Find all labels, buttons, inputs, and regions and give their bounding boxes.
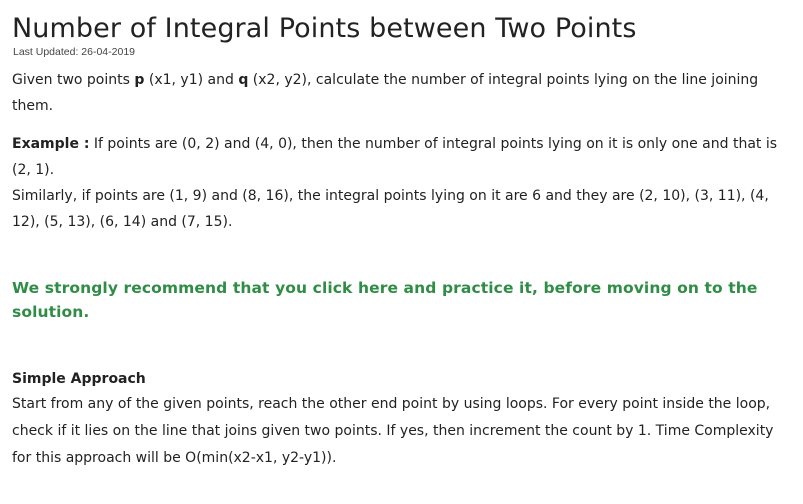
approach-heading: Simple Approach — [12, 371, 146, 387]
page-title: Number of Integral Points between Two Po… — [12, 13, 637, 44]
intro-text-1: Given two points — [12, 72, 135, 88]
article: Number of Integral Points between Two Po… — [0, 0, 803, 504]
intro-text-2: (x1, y1) and — [144, 72, 239, 88]
intro-paragraph: Given two points p (x1, y1) and q (x2, y… — [12, 67, 783, 119]
intro-point-q: q — [238, 72, 249, 88]
example-paragraph: Example : If points are (0, 2) and (4, 0… — [12, 131, 783, 235]
simple-approach-section: Simple Approach Start from any of the gi… — [12, 367, 783, 472]
last-updated: Last Updated: 26-04-2019 — [13, 46, 136, 58]
example-text-1: If points are (0, 2) and (4, 0), then th… — [12, 136, 778, 178]
practice-link[interactable]: We strongly recommend that you click her… — [12, 276, 803, 324]
intro-point-p: p — [134, 72, 145, 88]
example-text-2: Similarly, if points are (1, 9) and (8, … — [12, 188, 769, 230]
example-label: Example : — [12, 136, 90, 152]
approach-text: Start from any of the given points, reac… — [12, 396, 774, 466]
